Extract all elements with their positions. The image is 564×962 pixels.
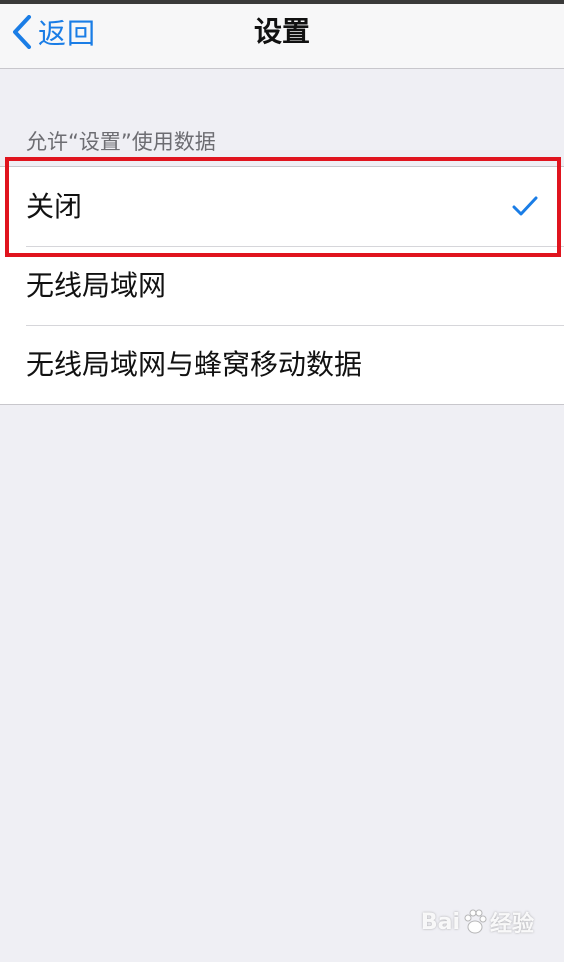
section-header: 允许“设置”使用数据	[26, 130, 216, 154]
option-wlan[interactable]: 无线局域网	[0, 246, 564, 325]
data-usage-options: 关闭 无线局域网 无线局域网与蜂窝移动数据	[0, 166, 564, 405]
watermark: Bai 经验	[421, 906, 534, 938]
option-label: 无线局域网与蜂窝移动数据	[26, 348, 363, 381]
paw-icon	[464, 909, 487, 934]
option-label: 无线局域网	[26, 269, 167, 302]
option-off[interactable]: 关闭	[0, 167, 564, 246]
option-label: 关闭	[26, 190, 83, 223]
option-wlan-cellular[interactable]: 无线局域网与蜂窝移动数据	[0, 325, 564, 404]
checkmark-icon	[512, 196, 538, 216]
watermark-text-right: 经验	[489, 912, 534, 937]
page-title: 设置	[253, 15, 310, 48]
watermark-text-left: Bai	[420, 909, 460, 935]
navigation-bar: 返回 设置	[0, 4, 564, 69]
